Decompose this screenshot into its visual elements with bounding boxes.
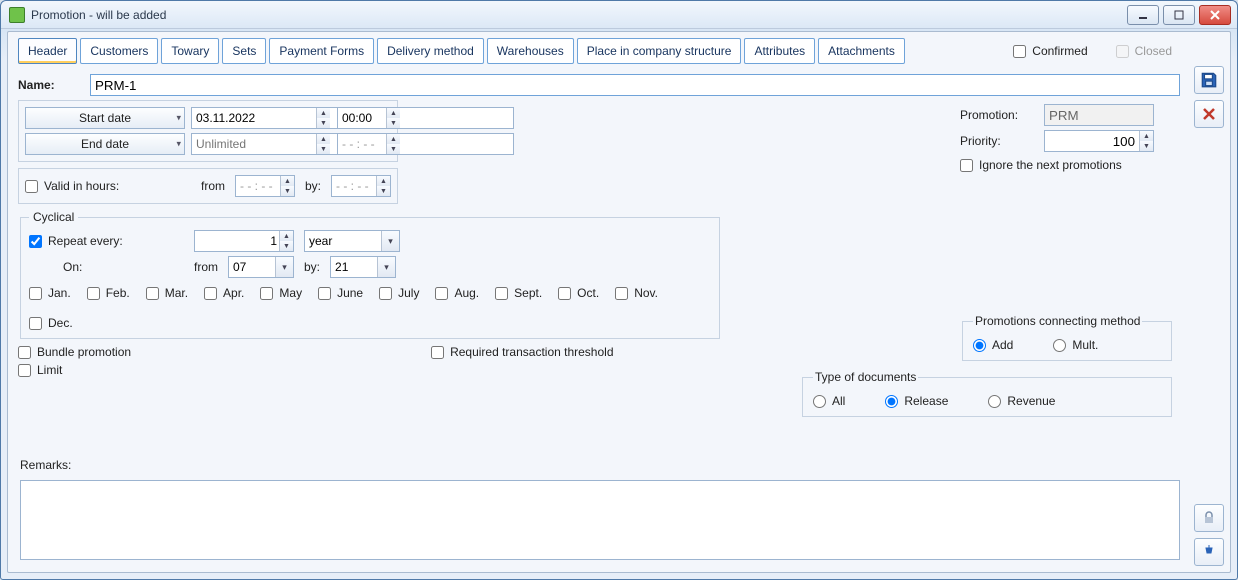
window-title: Promotion - will be added [31,8,166,22]
minimize-button[interactable] [1127,5,1159,25]
start-date-button-label: Start date [79,111,131,125]
end-date-button-label: End date [81,137,129,151]
titlebar: Promotion - will be added [1,1,1237,29]
spin-down-icon[interactable]: ▼ [316,118,330,128]
connecting-method-group: Promotions connecting method Add Mult. [962,314,1172,361]
spin-up-icon[interactable]: ▲ [386,134,400,144]
cyc-by-label: by: [304,260,320,274]
radio-all[interactable]: All [813,394,845,408]
end-date-button[interactable]: End date▾ [25,133,185,155]
maximize-button[interactable] [1163,5,1195,25]
client-area: Header Customers Towary Sets Payment For… [7,31,1231,573]
radio-mult[interactable]: Mult. [1053,338,1098,352]
tab-delivery-method[interactable]: Delivery method [377,38,484,64]
checkbox-confirmed-input[interactable] [1013,45,1026,58]
radio-add[interactable]: Add [973,338,1013,352]
valid-by-label: by: [305,179,321,193]
month-dec[interactable]: Dec. [29,316,73,330]
tab-warehouses[interactable]: Warehouses [487,38,574,64]
priority-label: Priority: [960,134,1036,148]
cyclical-group: Cyclical Repeat every: ▲▼ [20,210,720,339]
checkbox-closed-input [1116,45,1129,58]
valid-in-hours-row: Valid in hours: from ▲▼ by: ▲▼ [18,168,398,204]
pin-button[interactable] [1194,538,1224,566]
tab-header[interactable]: Header [18,38,77,64]
priority-input[interactable] [1044,130,1154,152]
promotion-code-label: Promotion: [960,108,1036,122]
tab-towary[interactable]: Towary [161,38,219,64]
type-of-documents-legend: Type of documents [813,370,918,384]
spin-down-icon[interactable]: ▼ [386,144,400,154]
spin-down-icon[interactable]: ▼ [316,144,330,154]
spin-up-icon[interactable]: ▲ [316,108,330,118]
required-threshold-checkbox[interactable]: Required transaction threshold [431,345,613,359]
promotion-code-input [1044,104,1154,126]
save-button[interactable] [1194,66,1224,94]
valid-in-hours-label: Valid in hours: [44,179,119,193]
valid-in-hours-checkbox[interactable]: Valid in hours: [25,179,119,193]
checkbox-confirmed[interactable]: Confirmed [1013,44,1087,58]
month-feb[interactable]: Feb. [87,286,130,300]
cancel-button[interactable] [1194,100,1224,128]
month-sept[interactable]: Sept. [495,286,542,300]
window-promotion: Promotion - will be added Header Custome… [0,0,1238,580]
radio-revenue[interactable]: Revenue [988,394,1055,408]
on-label: On: [29,260,184,274]
month-july[interactable]: July [379,286,419,300]
spin-up-icon[interactable]: ▲ [386,108,400,118]
month-nov[interactable]: Nov. [615,286,658,300]
spin-up-icon[interactable]: ▲ [316,134,330,144]
start-date-button[interactable]: Start date▾ [25,107,185,129]
month-aug[interactable]: Aug. [435,286,479,300]
checkbox-closed: Closed [1116,44,1172,58]
cyc-from-select[interactable] [228,256,294,278]
close-button[interactable] [1199,5,1231,25]
type-of-documents-group: Type of documents All Release Revenue [802,370,1172,417]
name-input[interactable] [90,74,1180,96]
lock-button[interactable] [1194,504,1224,532]
month-jan[interactable]: Jan. [29,286,71,300]
month-june[interactable]: June [318,286,363,300]
checkbox-closed-label: Closed [1135,44,1172,58]
repeat-every-checkbox[interactable]: Repeat every: [29,234,184,248]
date-group: Start date▾ ▲▼ ▲▼ End date▾ [18,100,398,162]
tab-place-in-company[interactable]: Place in company structure [577,38,742,64]
cyc-by-select[interactable] [330,256,396,278]
month-mar[interactable]: Mar. [146,286,188,300]
start-time-input[interactable] [337,107,514,129]
end-time-input[interactable] [337,133,514,155]
cyclical-legend: Cyclical [29,210,78,224]
month-oct[interactable]: Oct. [558,286,599,300]
repeat-every-label: Repeat every: [48,234,123,248]
ignore-next-checkbox[interactable]: Ignore the next promotions [960,158,1180,172]
radio-release[interactable]: Release [885,394,948,408]
tab-payment-forms[interactable]: Payment Forms [269,38,374,64]
spin-down-icon[interactable]: ▼ [386,118,400,128]
repeat-unit-select[interactable] [304,230,400,252]
name-label: Name: [18,78,82,92]
remarks-label: Remarks: [20,458,71,472]
tab-attributes[interactable]: Attributes [744,38,815,64]
app-icon [9,7,25,23]
valid-from-label: from [201,179,225,193]
limit-checkbox[interactable]: Limit [18,363,131,377]
months-row: Jan. Feb. Mar. Apr. May June July Aug. S… [29,286,711,330]
month-may[interactable]: May [260,286,302,300]
cyc-from-label: from [194,260,218,274]
connecting-method-legend: Promotions connecting method [973,314,1142,328]
tab-attachments[interactable]: Attachments [818,38,905,64]
tab-sets[interactable]: Sets [222,38,266,64]
checkbox-confirmed-label: Confirmed [1032,44,1087,58]
remarks-textarea[interactable] [20,480,1180,560]
bundle-promotion-checkbox[interactable]: Bundle promotion [18,345,131,359]
tab-customers[interactable]: Customers [80,38,158,64]
month-apr[interactable]: Apr. [204,286,244,300]
